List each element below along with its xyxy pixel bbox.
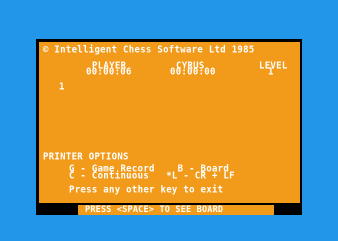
move-number: 1 bbox=[59, 81, 65, 93]
printer-options-title: PRINTER OPTIONS bbox=[43, 151, 129, 163]
exit-prompt: Press any other key to exit bbox=[69, 184, 224, 196]
printer-option-line-2: C - Continuous *L - CR + LF bbox=[69, 170, 235, 182]
cyrus-clock: 00:00:00 bbox=[170, 66, 216, 78]
see-board-prompt[interactable]: PRESS <SPACE> TO SEE BOARD bbox=[85, 206, 223, 215]
copyright-line: © Intelligent Chess Software Ltd 1985 bbox=[43, 44, 255, 56]
player-clock: 00:00:06 bbox=[86, 66, 132, 78]
level-value: 1 bbox=[268, 66, 274, 78]
